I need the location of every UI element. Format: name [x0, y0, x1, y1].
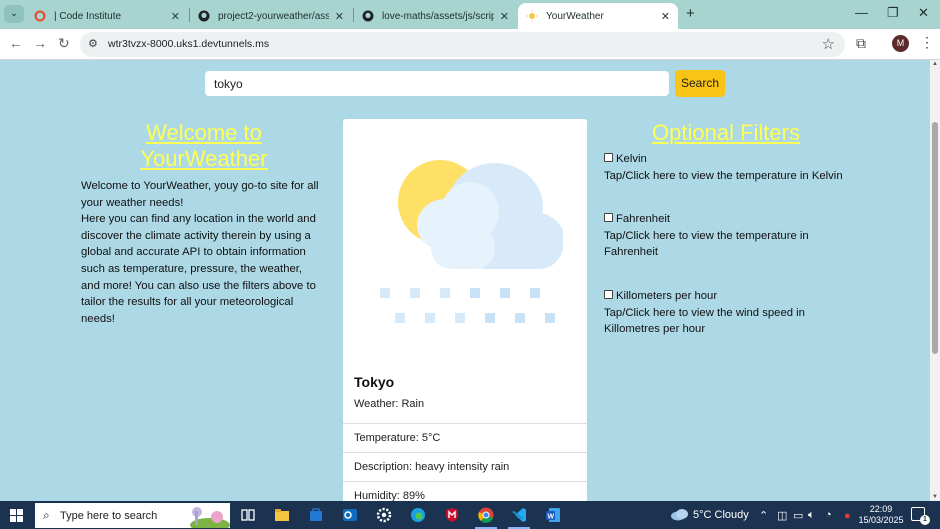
extensions-puzzle-icon[interactable]: ⧉: [856, 35, 866, 52]
reload-icon[interactable]: ↻: [58, 35, 70, 52]
filters-heading: Optional Filters: [652, 120, 800, 145]
taskbar-search-placeholder: Type here to search: [60, 510, 158, 522]
tab-close-icon[interactable]: ✕: [661, 10, 670, 23]
bookmark-star-icon[interactable]: ☆: [822, 35, 835, 53]
tab-title: project2-yourweather/assets/js: [218, 10, 329, 22]
svg-text:W: W: [548, 514, 555, 521]
windows-start-icon[interactable]: [10, 509, 23, 522]
volume-speaker-icon[interactable]: 🔈︎: [808, 509, 815, 522]
welcome-heading: Welcome to YourWeather: [140, 120, 268, 171]
scroll-up-arrow-icon[interactable]: ▲: [932, 61, 938, 67]
browser-toolbar: ← → ↻ ⚙ wtr3tvzx-8000.uks1.devtunnels.ms…: [0, 29, 940, 60]
tab-close-icon[interactable]: ✕: [335, 10, 344, 23]
tab-close-icon[interactable]: ✕: [500, 10, 509, 23]
file-explorer-icon[interactable]: [273, 506, 291, 524]
sun-favicon-icon: [526, 10, 538, 22]
rain-cloud-sun-icon: [380, 160, 563, 323]
edge-browser-icon[interactable]: [409, 506, 427, 524]
browser-menu-kebab-icon[interactable]: ⋮: [920, 34, 934, 51]
description-row: Description: heavy intensity rain: [343, 452, 587, 481]
notification-count-badge: 1: [920, 515, 930, 525]
filter-label[interactable]: Kelvin: [616, 153, 647, 165]
weather-summary: Weather: Rain: [354, 398, 425, 410]
chrome-browser-icon[interactable]: [477, 506, 495, 524]
site-info-tune-icon[interactable]: ⚙: [88, 37, 98, 50]
taskbar-weather-text[interactable]: 5°C Cloudy: [693, 509, 749, 521]
city-search-input[interactable]: [205, 71, 669, 96]
mcafee-shield-icon[interactable]: [443, 506, 461, 524]
battery-icon[interactable]: ▭: [793, 509, 803, 522]
filter-label[interactable]: Killometers per hour: [616, 290, 717, 302]
filter-kelvin: Kelvin Tap/Click here to view the temper…: [604, 151, 844, 184]
back-arrow-icon[interactable]: ←: [9, 35, 23, 51]
tab-title: love-maths/assets/js/script.js at: [382, 10, 494, 22]
tab-close-icon[interactable]: ✕: [171, 10, 180, 23]
tab-code-institute[interactable]: | Code Institute ✕: [26, 3, 188, 29]
mcafee-tray-icon[interactable]: ●: [844, 510, 851, 522]
forward-arrow-icon[interactable]: →: [33, 35, 47, 51]
filter-description: Tap/Click here to view the temperature i…: [604, 229, 809, 259]
kmh-checkbox[interactable]: [604, 290, 613, 299]
web-page: Search Welcome to YourWeather Welcome to…: [0, 60, 930, 501]
wifi-icon[interactable]: ◔: [825, 509, 832, 521]
browser-tab-strip: ⌄ | Code Institute ✕ project2-yourweathe…: [0, 0, 940, 29]
profile-avatar[interactable]: M: [892, 35, 909, 52]
tab-search-menu-chevron-down-icon[interactable]: ⌄: [4, 5, 24, 23]
welcome-paragraph: Here you can find any location in the wo…: [81, 213, 316, 325]
filter-label[interactable]: Fahrenheit: [616, 213, 670, 225]
filter-fahrenheit: Fahrenheit Tap/Click here to view the te…: [604, 211, 844, 261]
weather-cloud-icon[interactable]: [670, 507, 690, 524]
minimize-icon[interactable]: —: [855, 5, 868, 20]
filter-description: Tap/Click here to view the temperature i…: [604, 169, 843, 182]
code-institute-favicon-icon: [34, 10, 46, 22]
weather-card: Tokyo Weather: Rain Temperature: 5°C Des…: [343, 119, 587, 501]
clock-time: 22:09: [869, 504, 893, 514]
microsoft-store-icon[interactable]: [307, 506, 325, 524]
word-icon[interactable]: W: [544, 506, 562, 524]
task-view-icon[interactable]: [239, 506, 257, 524]
filter-description: Tap/Click here to view the wind speed in…: [604, 306, 805, 336]
temperature-row: Temperature: 5°C: [343, 423, 587, 452]
github-favicon-icon: [362, 10, 374, 22]
scroll-down-arrow-icon[interactable]: ▼: [932, 494, 938, 500]
page-scrollbar[interactable]: ▲ ▼: [930, 60, 940, 501]
meet-now-icon[interactable]: ◫: [777, 509, 787, 522]
show-hidden-icons-chevron-up-icon[interactable]: ⌃: [759, 509, 768, 522]
tab-title: YourWeather: [546, 10, 604, 22]
search-highlight-illustration-icon: [190, 507, 230, 528]
clock-date: 15/03/2025: [858, 515, 904, 525]
restore-icon[interactable]: ❐: [887, 5, 899, 21]
new-tab-plus-icon[interactable]: +: [686, 5, 695, 22]
filter-kmh: Killometers per hour Tap/Click here to v…: [604, 288, 844, 338]
fahrenheit-checkbox[interactable]: [604, 213, 613, 222]
taskbar-clock[interactable]: 22:09 15/03/2025: [857, 504, 905, 526]
taskbar-search-box[interactable]: ⌕ Type here to search: [35, 503, 230, 528]
humidity-row: Humidity: 89%: [343, 481, 587, 501]
windows-taskbar: ⌕ Type here to search W 5°C Cloudy ⌃ ◫ ▭…: [0, 501, 940, 529]
kelvin-checkbox[interactable]: [604, 153, 613, 162]
settings-gear-icon[interactable]: [375, 506, 393, 524]
scrollbar-thumb[interactable]: [932, 122, 938, 354]
window-close-icon[interactable]: ✕: [918, 5, 929, 21]
tab-title: | Code Institute: [54, 10, 122, 22]
welcome-text: Welcome to YourWeather, youy go-to site …: [81, 178, 321, 327]
outlook-icon[interactable]: [341, 506, 359, 524]
github-favicon-icon: [198, 10, 210, 22]
welcome-paragraph: Welcome to YourWeather, youy go-to site …: [81, 180, 319, 209]
search-icon: ⌕: [43, 508, 50, 522]
tab-yourweather[interactable]: YourWeather ✕: [518, 3, 678, 29]
vscode-icon[interactable]: [510, 506, 528, 524]
url-text[interactable]: wtr3tvzx-8000.uks1.devtunnels.ms: [108, 38, 269, 50]
address-bar[interactable]: ⚙ wtr3tvzx-8000.uks1.devtunnels.ms ☆: [80, 32, 845, 57]
tab-github-love-maths[interactable]: love-maths/assets/js/script.js at ✕: [354, 3, 517, 29]
city-name: Tokyo: [354, 374, 395, 390]
tab-github-project2[interactable]: project2-yourweather/assets/js ✕: [190, 3, 352, 29]
search-button[interactable]: Search: [675, 70, 725, 97]
